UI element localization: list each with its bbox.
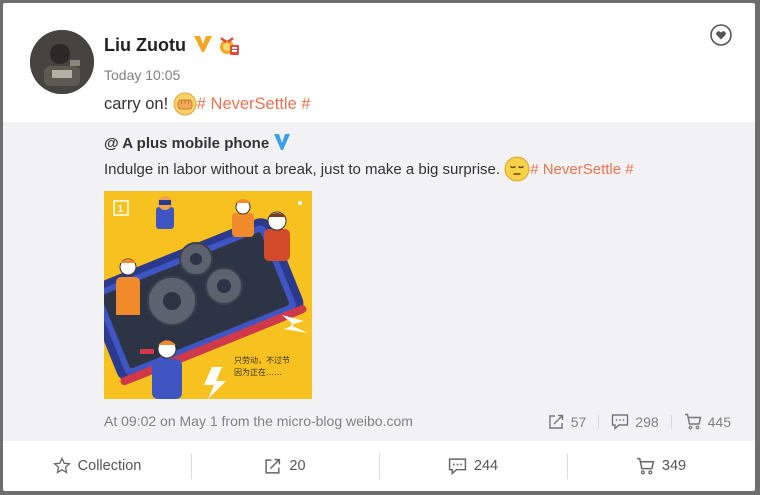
post-time[interactable]: Today 10:05: [104, 67, 180, 83]
sleepy-face-emoji-icon: [504, 156, 530, 182]
post-text-content: carry on!: [104, 94, 173, 113]
comment-icon: [612, 414, 629, 430]
repost-button[interactable]: 20: [191, 441, 379, 491]
fist-emoji-icon: [173, 92, 197, 116]
original-text: Indulge in labor without a break, just t…: [104, 156, 634, 182]
weibo-post-card: Liu Zuotu Today 10:05 carry on! # NeverS…: [3, 3, 755, 491]
original-actions: 57 298 445: [548, 413, 731, 430]
comment-count: 244: [473, 458, 499, 474]
original-meta[interactable]: At 09:02 on May 1 from the micro-blog we…: [104, 413, 413, 429]
star-icon: [52, 457, 71, 474]
svg-text:1: 1: [118, 204, 124, 215]
username[interactable]: Liu Zuotu: [104, 35, 186, 56]
like-count: 349: [661, 458, 687, 474]
comment-button[interactable]: 244: [379, 441, 567, 491]
favorite-dropdown-icon[interactable]: [710, 24, 732, 46]
avatar[interactable]: [30, 30, 94, 94]
divider: [598, 414, 600, 429]
original-topic-link[interactable]: # NeverSettle #: [530, 161, 633, 178]
like-button[interactable]: 349: [567, 441, 755, 491]
original-repost-button[interactable]: 57: [548, 413, 587, 430]
reposted-content: @ A plus mobile phone Indulge in labor w…: [3, 122, 755, 441]
collection-label: Collection: [77, 458, 142, 474]
cart-like-icon: [684, 413, 702, 430]
post-text: carry on! # NeverSettle #: [104, 92, 311, 116]
original-like-button[interactable]: 445: [684, 413, 731, 430]
post-image[interactable]: 1 只劳动，不过节 因为正在……: [104, 191, 312, 399]
topic-link[interactable]: # NeverSettle #: [197, 95, 311, 114]
action-bar: Collection 20 244 349: [3, 441, 755, 491]
original-comment-count: 298: [635, 413, 659, 430]
original-repost-count: 57: [570, 413, 587, 430]
repost-icon: [265, 458, 281, 474]
collection-button[interactable]: Collection: [3, 441, 191, 491]
original-text-content: Indulge in labor without a break, just t…: [104, 160, 505, 178]
original-like-count: 445: [707, 413, 731, 430]
repost-count: 20: [289, 458, 306, 474]
comment-icon: [448, 458, 467, 475]
medal-badge-icon: [220, 37, 239, 55]
image-caption-line2: 因为正在……: [234, 367, 282, 377]
verified-blue-icon: [274, 134, 290, 150]
original-comment-button[interactable]: 298: [611, 413, 659, 430]
cart-like-icon: [636, 457, 655, 475]
verified-gold-icon: [194, 36, 212, 52]
image-caption-line1: 只劳动，不过节: [234, 355, 290, 365]
original-author[interactable]: @ A plus mobile phone: [104, 135, 269, 152]
repost-icon: [549, 414, 563, 429]
divider: [670, 414, 672, 429]
